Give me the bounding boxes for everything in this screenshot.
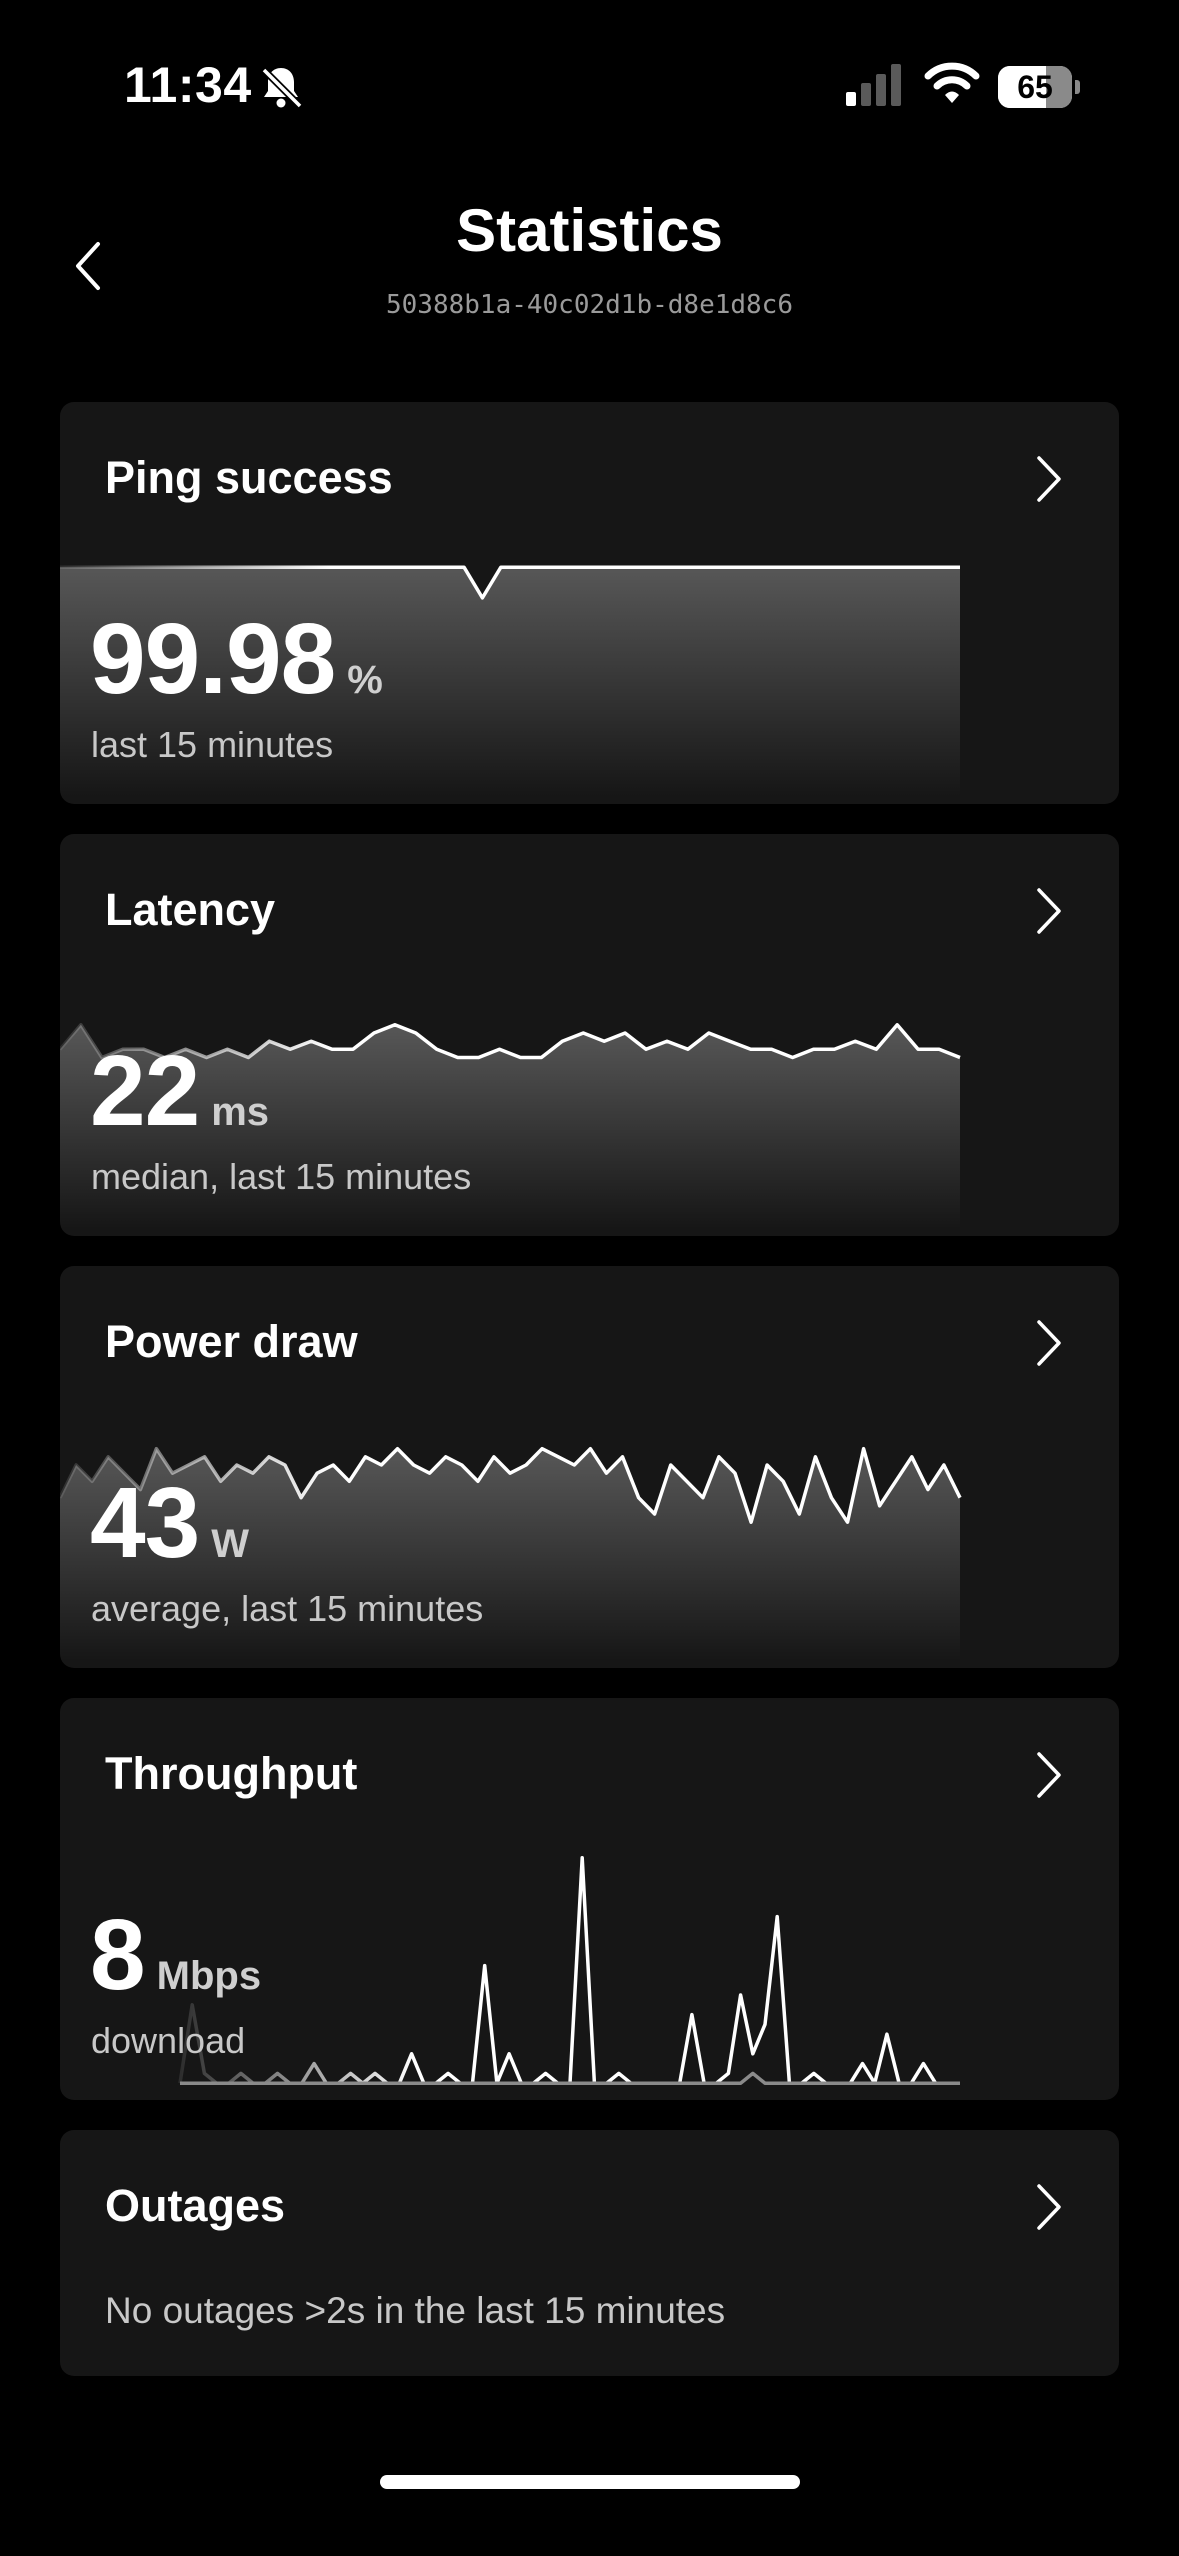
page-title: Statistics — [456, 197, 723, 264]
latency-unit: ms — [211, 1090, 270, 1134]
device-id: 50388b1a-40c02d1b-d8e1d8c6 — [386, 290, 793, 320]
outages-caption: No outages >2s in the last 15 minutes — [105, 2290, 726, 2331]
ping-success-card[interactable]: Ping success 99.98% last 15 minutes — [60, 402, 1119, 804]
battery-icon: 65 — [998, 66, 1080, 108]
card-title: Outages — [105, 2180, 286, 2231]
ping-caption: last 15 minutes — [91, 724, 334, 765]
power-caption: average, last 15 minutes — [91, 1588, 484, 1629]
chevron-right-icon — [1037, 1320, 1061, 1366]
outages-card[interactable]: Outages No outages >2s in the last 15 mi… — [60, 2130, 1119, 2376]
chevron-right-icon — [1037, 456, 1061, 502]
chevron-right-icon — [1037, 888, 1061, 934]
card-title: Latency — [105, 884, 276, 935]
power-draw-card[interactable]: Power draw 43 W average, last 15 minutes — [60, 1266, 1119, 1668]
bell-slash-icon — [261, 67, 303, 109]
card-title: Throughput — [105, 1748, 358, 1799]
ping-unit: % — [347, 658, 383, 702]
ping-value: 99.98 — [90, 603, 336, 715]
card-title: Power draw — [105, 1316, 358, 1367]
power-unit: W — [211, 1522, 249, 1566]
power-value: 43 — [90, 1467, 200, 1579]
chevron-right-icon — [1037, 1752, 1061, 1798]
throughput-value: 8 — [90, 1899, 146, 2011]
latency-card[interactable]: Latency 22 ms median, last 15 minutes — [60, 834, 1119, 1236]
throughput-unit: Mbps — [156, 1954, 262, 1998]
throughput-download-line — [178, 1856, 960, 2085]
status-time: 11:34 — [124, 57, 252, 113]
throughput-caption: download — [91, 2020, 246, 2061]
card-title: Ping success — [105, 452, 393, 503]
cellular-signal-icon — [846, 64, 901, 106]
home-indicator[interactable] — [380, 2475, 800, 2489]
latency-caption: median, last 15 minutes — [91, 1156, 472, 1197]
latency-value: 22 — [90, 1035, 200, 1147]
chevron-right-icon — [1037, 2184, 1061, 2230]
battery-level: 65 — [1017, 69, 1053, 105]
throughput-card[interactable]: Throughput 8 Mbps download — [60, 1698, 1119, 2100]
wifi-icon — [924, 62, 980, 103]
